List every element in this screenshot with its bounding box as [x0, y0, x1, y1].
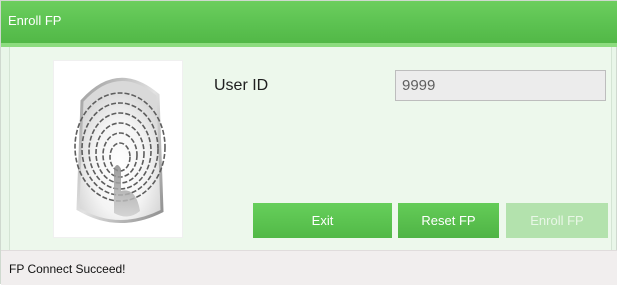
- enroll-fp-button[interactable]: Enroll FP: [506, 203, 608, 238]
- reset-fp-button[interactable]: Reset FP: [398, 203, 499, 238]
- status-bar: FP Connect Succeed!: [1, 250, 617, 285]
- exit-button[interactable]: Exit: [253, 203, 392, 238]
- window-title: Enroll FP: [8, 13, 62, 28]
- fingerprint-icon: [54, 61, 182, 237]
- user-id-input[interactable]: [395, 70, 606, 101]
- status-text: FP Connect Succeed!: [9, 262, 126, 276]
- title-bar[interactable]: Enroll FP: [1, 1, 617, 43]
- user-id-label: User ID: [214, 77, 269, 94]
- enroll-fp-window: Enroll FP User ID 9999 Exit Reset FP Enr…: [0, 0, 617, 285]
